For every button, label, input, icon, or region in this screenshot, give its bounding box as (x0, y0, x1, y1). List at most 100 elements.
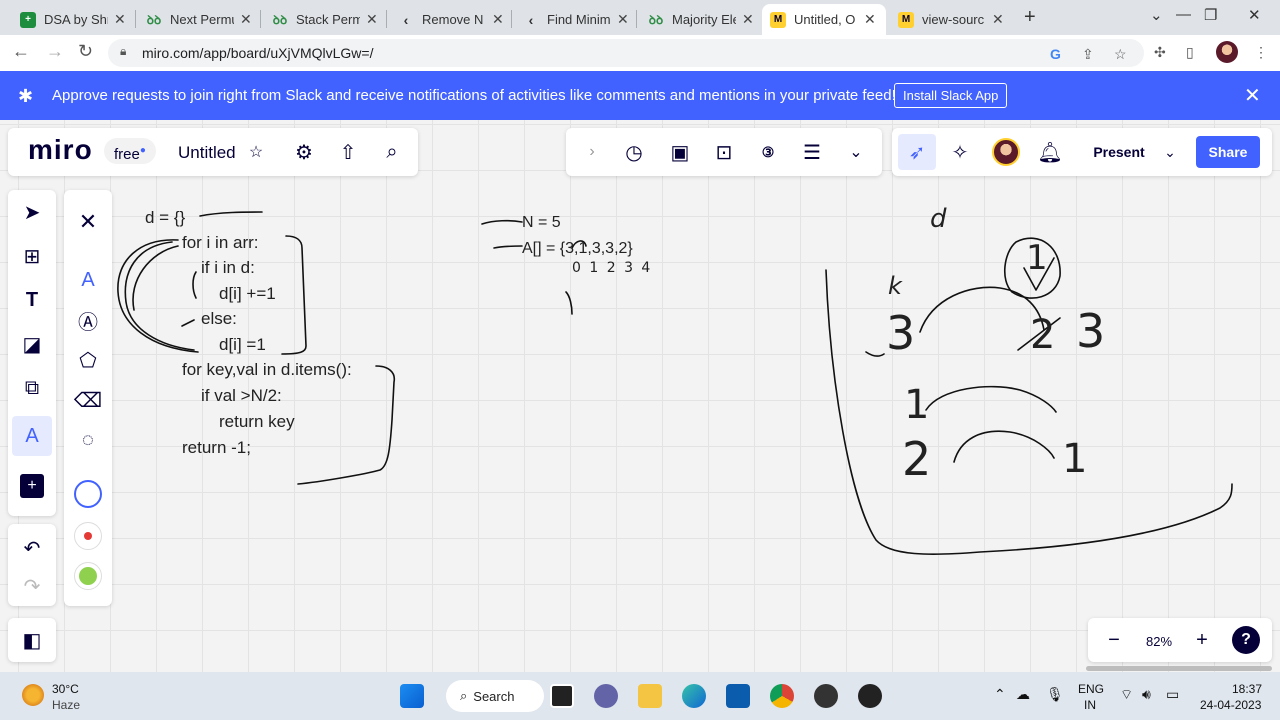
chevron-right-icon[interactable]: › (580, 140, 604, 164)
back-icon[interactable]: ← (12, 41, 30, 62)
present-chevron-icon[interactable]: ⌄ (1158, 140, 1182, 164)
tray-chevron-icon[interactable]: ⌃ (994, 686, 1006, 703)
bell-icon[interactable]: 🔔︎ (1037, 140, 1062, 164)
google-icon[interactable]: G (1050, 46, 1061, 62)
pen-tool-icon[interactable]: A (76, 268, 100, 292)
timer-icon[interactable]: ◷ (622, 140, 646, 164)
horizontal-scrollbar[interactable] (1086, 666, 1272, 671)
highlighter-icon[interactable]: Ⓐ (76, 308, 100, 334)
shapes-icon[interactable]: ⧉ (20, 376, 44, 400)
url-field[interactable]: 🔒︎ miro.com/app/board/uXjVMQlvLGw=/ G ⇪ … (108, 39, 1144, 67)
volume-icon[interactable]: 🔊︎ (1142, 686, 1151, 703)
restore-icon[interactable]: ❐ (1204, 6, 1217, 24)
redo-icon[interactable]: ↷ (20, 574, 44, 598)
obs-icon[interactable] (814, 684, 838, 708)
avatar[interactable] (1216, 41, 1238, 63)
store-icon[interactable] (726, 684, 750, 708)
new-tab-button[interactable]: + (1024, 6, 1036, 29)
browser-tab-4[interactable]: ‹ Find Minim ✕ (515, 4, 637, 35)
weather-icon[interactable] (22, 684, 44, 706)
present-button[interactable]: Present (1082, 136, 1156, 168)
more-chevrons-icon[interactable]: ⌄ (844, 140, 868, 164)
miro-logo[interactable]: miro (28, 134, 93, 166)
close-icon[interactable]: ✕ (492, 11, 504, 28)
upload-icon[interactable]: ⇧ (336, 140, 360, 164)
add-more-icon[interactable]: + (20, 474, 44, 498)
windows-start-icon[interactable] (400, 684, 424, 708)
close-icon[interactable]: ✕ (742, 11, 754, 28)
bookmark-star-icon[interactable]: ☆ (1114, 46, 1127, 63)
close-icon[interactable]: ✕ (864, 11, 876, 28)
edge-icon[interactable] (682, 684, 706, 708)
clock-time[interactable]: 18:37 (1232, 682, 1262, 696)
share-button[interactable]: Share (1196, 136, 1260, 168)
browser-tab-3[interactable]: ‹ Remove N ✕ (390, 4, 512, 35)
share-page-icon[interactable]: ⇪ (1082, 46, 1094, 63)
close-icon[interactable]: ✕ (114, 11, 126, 28)
chrome-icon[interactable] (770, 684, 794, 708)
sticky-note-icon[interactable]: ◪ (20, 332, 44, 356)
color-swatch-red[interactable] (74, 522, 102, 550)
menu-dots-icon[interactable]: ⋮ (1254, 44, 1268, 61)
video-icon[interactable]: ▣ (668, 140, 692, 164)
settings-gear-icon[interactable]: ⚙ (292, 140, 316, 164)
browser-tab-7[interactable]: M view-sourc ✕ (890, 4, 1012, 35)
browser-tab-2[interactable]: ꝺꝺ Stack Perm ✕ (264, 4, 386, 35)
battery-icon[interactable]: ▭ (1166, 686, 1179, 703)
extensions-icon[interactable]: ✣ (1154, 44, 1166, 61)
wifi-icon[interactable]: ⌔ (1120, 686, 1133, 704)
close-icon[interactable]: ✕ (76, 209, 100, 234)
file-explorer-icon[interactable] (638, 684, 662, 708)
onedrive-icon[interactable]: ☁ (1016, 686, 1030, 703)
zoom-out-icon[interactable]: − (1102, 628, 1126, 652)
frames-list-icon[interactable]: ◧ (20, 628, 44, 652)
browser-tab-5[interactable]: ꝺꝺ Majority Ele ✕ (640, 4, 762, 35)
browser-tab-0[interactable]: + DSA by Shr ✕ (12, 4, 134, 35)
install-slack-button[interactable]: Install Slack App (894, 83, 1008, 108)
collaborator-avatar[interactable] (992, 138, 1020, 166)
star-icon[interactable]: ☆ (246, 142, 266, 162)
language-code[interactable]: ENG (1078, 682, 1104, 696)
browser-tab-1[interactable]: ꝺꝺ Next Permu ✕ (138, 4, 260, 35)
browser-tab-6[interactable]: M Untitled, O ✕ (762, 4, 886, 35)
stroke-size-option[interactable] (74, 480, 102, 508)
screen-capture-icon[interactable]: ⊡ (712, 140, 736, 164)
forward-icon[interactable]: → (46, 41, 64, 62)
zoom-in-icon[interactable]: + (1190, 628, 1214, 652)
clock-date[interactable]: 24-04-2023 (1200, 698, 1261, 712)
pen-icon[interactable]: A (12, 416, 52, 456)
color-swatch-green[interactable] (74, 562, 102, 590)
voting-icon[interactable]: ③ (756, 140, 780, 164)
templates-icon[interactable]: ⊞ (20, 244, 44, 268)
tab-search-icon[interactable]: ⌄ (1150, 6, 1163, 24)
task-view-icon[interactable] (550, 684, 574, 708)
language-region[interactable]: IN (1084, 698, 1096, 712)
zoom-level[interactable]: 82% (1146, 634, 1172, 649)
teams-chat-icon[interactable] (594, 684, 618, 708)
plan-badge[interactable]: free● (104, 138, 156, 164)
select-cursor-icon[interactable]: ➤ (20, 200, 44, 224)
taskbar-search[interactable]: ⌕ Search (446, 680, 544, 712)
search-icon[interactable]: ⌕ (380, 140, 404, 164)
side-panel-icon[interactable]: ▯ (1186, 44, 1194, 61)
notes-icon[interactable]: ☰ (800, 140, 824, 164)
smart-drawing-icon[interactable]: ⬠ (76, 348, 100, 372)
text-icon[interactable]: T (20, 288, 44, 312)
close-icon[interactable]: ✕ (992, 11, 1004, 28)
undo-icon[interactable]: ↶ (20, 536, 44, 560)
close-icon[interactable]: ✕ (240, 11, 252, 28)
close-icon[interactable]: ✕ (366, 11, 378, 28)
microphone-icon[interactable]: 🎙︎ (1046, 686, 1064, 703)
reload-icon[interactable]: ↻ (78, 41, 93, 62)
lasso-icon[interactable]: ◌ (76, 428, 100, 452)
media-player-icon[interactable] (858, 684, 882, 708)
board-canvas[interactable]: d = {} for i in arr: if i in d: d[i] +=1… (0, 120, 1280, 672)
help-icon[interactable]: ? (1232, 626, 1260, 654)
board-title[interactable]: Untitled (178, 143, 236, 163)
window-close-icon[interactable]: ✕ (1248, 6, 1261, 24)
reactions-icon[interactable]: ✧ (948, 140, 972, 164)
banner-close-icon[interactable]: ✕ (1244, 83, 1261, 108)
close-icon[interactable]: ✕ (617, 11, 629, 28)
cursor-follow-icon[interactable]: ➶ (898, 134, 936, 170)
minimize-icon[interactable]: — (1176, 6, 1191, 23)
